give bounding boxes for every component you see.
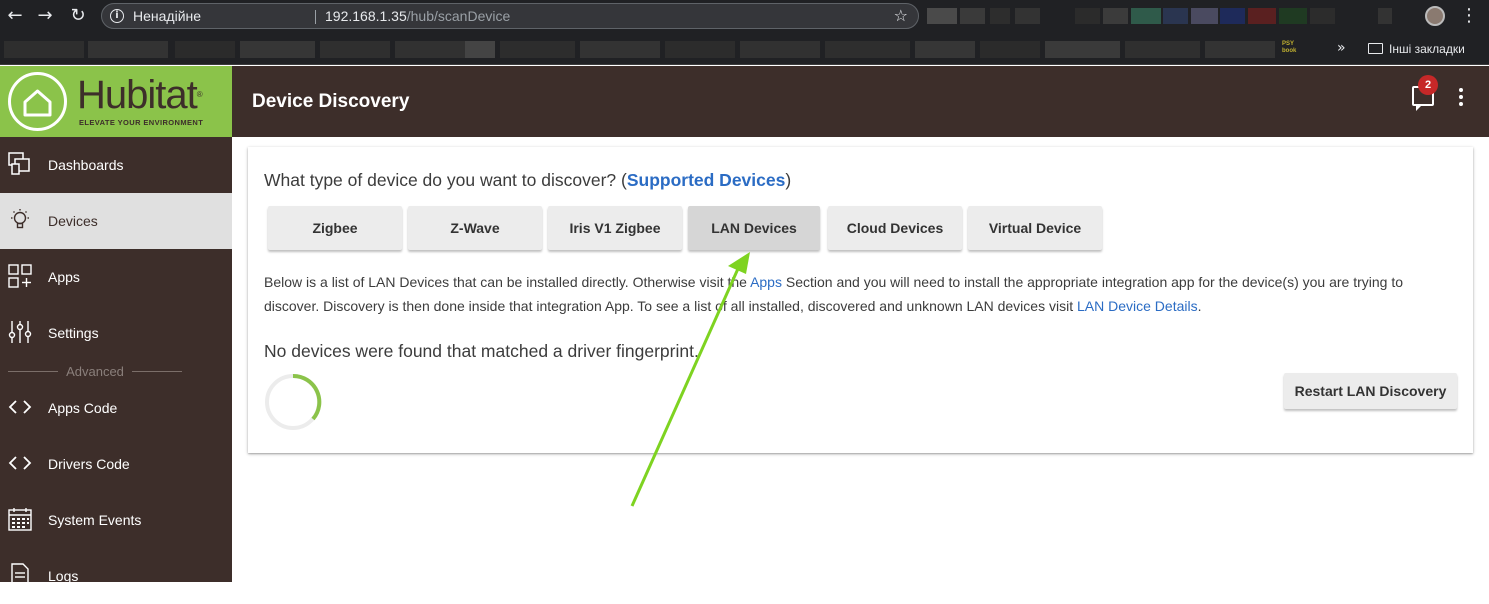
extension-icon[interactable] xyxy=(1279,8,1307,24)
device-type-question: What type of device do you want to disco… xyxy=(264,170,792,190)
restart-lan-discovery-button[interactable]: Restart LAN Discovery xyxy=(1284,373,1457,409)
advanced-divider: Advanced xyxy=(8,364,182,379)
bookmark-item[interactable] xyxy=(1125,41,1200,58)
logo-tagline: ELEVATE YOUR ENVIRONMENT xyxy=(79,118,204,127)
sidebar-item-logs[interactable]: Logs xyxy=(0,548,232,604)
sidebar-item-devices[interactable]: Devices xyxy=(0,193,232,249)
sidebar-item-system-events[interactable]: System Events xyxy=(0,492,232,548)
extension-icon[interactable] xyxy=(1378,8,1392,24)
logo-circle xyxy=(8,72,67,131)
dashboards-icon xyxy=(8,152,30,175)
sidebar-item-label: Devices xyxy=(48,213,98,229)
sidebar-item-label: System Events xyxy=(48,512,142,528)
bookmark-item[interactable] xyxy=(240,41,315,58)
bookmark-item[interactable] xyxy=(500,41,575,58)
code-icon xyxy=(8,456,32,470)
bookmark-item[interactable] xyxy=(915,41,975,58)
sidebar-item-label: Apps xyxy=(48,269,80,285)
sidebar-item-dashboards[interactable]: Dashboards xyxy=(0,137,232,193)
no-devices-message: No devices were found that matched a dri… xyxy=(264,341,699,361)
sidebar-item-apps[interactable]: Apps xyxy=(0,249,232,305)
advanced-label: Advanced xyxy=(66,364,124,379)
bookmark-star-icon[interactable]: ☆ xyxy=(894,4,908,28)
sidebar-item-apps-code[interactable]: Apps Code xyxy=(0,380,232,436)
url-text[interactable]: 192.168.1.35/hub/scanDevice xyxy=(325,4,510,28)
document-icon xyxy=(11,563,29,587)
sidebar-item-label: Drivers Code xyxy=(48,456,130,472)
browser-menu-icon[interactable]: ⋮ xyxy=(1460,4,1478,28)
calendar-icon xyxy=(8,508,32,531)
discovery-card: What type of device do you want to disco… xyxy=(248,147,1473,453)
loading-spinner xyxy=(265,373,322,430)
bookmark-item[interactable] xyxy=(980,41,1040,58)
more-options-icon[interactable] xyxy=(1456,88,1466,110)
folder-icon xyxy=(1368,43,1383,54)
extension-icon[interactable] xyxy=(960,8,985,24)
zigbee-button[interactable]: Zigbee xyxy=(268,206,402,250)
profile-avatar[interactable] xyxy=(1425,6,1445,26)
browser-toolbar: ← → ↻ i Ненадійне 192.168.1.35/hub/scanD… xyxy=(0,0,1489,33)
divider xyxy=(315,10,316,24)
extension-icon[interactable] xyxy=(1310,8,1335,24)
bookmark-item[interactable] xyxy=(4,41,84,58)
sidebar: Hubitat® ELEVATE YOUR ENVIRONMENT Dashbo… xyxy=(0,66,232,587)
sliders-icon xyxy=(8,321,32,343)
lan-device-details-link[interactable]: LAN Device Details xyxy=(1077,298,1198,314)
iris-v1-zigbee-button[interactable]: Iris V1 Zigbee xyxy=(548,206,682,250)
notification-badge[interactable]: 2 xyxy=(1418,75,1438,95)
lightbulb-icon xyxy=(11,209,29,229)
apps-section-link[interactable]: Apps xyxy=(750,274,782,290)
address-bar[interactable]: i Ненадійне 192.168.1.35/hub/scanDevice … xyxy=(101,3,919,29)
lan-devices-button[interactable]: LAN Devices xyxy=(688,206,820,250)
app-header: Device Discovery 2 xyxy=(232,66,1489,137)
extension-icon[interactable] xyxy=(990,8,1010,24)
security-label: Ненадійне xyxy=(133,8,202,24)
bookmark-item[interactable] xyxy=(175,41,235,58)
extension-icon[interactable] xyxy=(1075,8,1100,24)
bookmarks-bar: PSY book » Інші закладки xyxy=(0,33,1489,65)
bookmark-item[interactable] xyxy=(1045,41,1120,58)
code-icon xyxy=(8,400,32,414)
apps-grid-icon xyxy=(8,264,32,288)
bookmark-psy-book[interactable]: PSY book xyxy=(1282,41,1304,58)
extension-icon[interactable] xyxy=(1248,8,1276,24)
sidebar-item-drivers-code[interactable]: Drivers Code xyxy=(0,436,232,492)
extension-icon[interactable] xyxy=(927,8,957,24)
hubitat-logo[interactable]: Hubitat® ELEVATE YOUR ENVIRONMENT xyxy=(0,66,232,137)
other-bookmarks-folder[interactable]: Інші закладки xyxy=(1368,41,1465,57)
back-icon[interactable]: ← xyxy=(4,5,26,27)
house-icon xyxy=(23,89,52,117)
more-bookmarks-icon[interactable]: » xyxy=(1337,40,1346,56)
page-title: Device Discovery xyxy=(252,91,410,112)
extension-icon[interactable] xyxy=(1103,8,1128,24)
extension-icon[interactable] xyxy=(1191,8,1218,24)
z-wave-button[interactable]: Z-Wave xyxy=(408,206,542,250)
forward-icon[interactable]: → xyxy=(34,5,56,27)
bookmark-item[interactable] xyxy=(665,41,735,58)
sidebar-item-settings[interactable]: Settings xyxy=(0,305,232,361)
extension-icon[interactable] xyxy=(1131,8,1161,24)
virtual-device-button[interactable]: Virtual Device xyxy=(968,206,1102,250)
bookmark-item[interactable] xyxy=(580,41,660,58)
sidebar-item-label: Apps Code xyxy=(48,400,118,416)
bookmark-item[interactable] xyxy=(1205,41,1275,58)
sidebar-item-label: Settings xyxy=(48,325,99,341)
bookmark-item[interactable] xyxy=(320,41,390,58)
bookmark-item[interactable] xyxy=(395,41,465,58)
supported-devices-link[interactable]: Supported Devices xyxy=(627,170,786,190)
bookmark-item[interactable] xyxy=(88,41,168,58)
info-icon[interactable]: i xyxy=(110,9,124,23)
bookmark-item[interactable] xyxy=(465,41,495,58)
lan-description: Below is a list of LAN Devices that can … xyxy=(264,274,1404,314)
bookmark-item[interactable] xyxy=(740,41,820,58)
cloud-devices-button[interactable]: Cloud Devices xyxy=(828,206,962,250)
extension-icon[interactable] xyxy=(1163,8,1188,24)
logo-wordmark: Hubitat® xyxy=(77,73,203,117)
extension-icon[interactable] xyxy=(1220,8,1245,24)
bookmark-item[interactable] xyxy=(825,41,910,58)
reload-icon[interactable]: ↻ xyxy=(67,5,89,27)
extension-icon[interactable] xyxy=(1015,8,1040,24)
sidebar-item-label: Dashboards xyxy=(48,157,124,173)
